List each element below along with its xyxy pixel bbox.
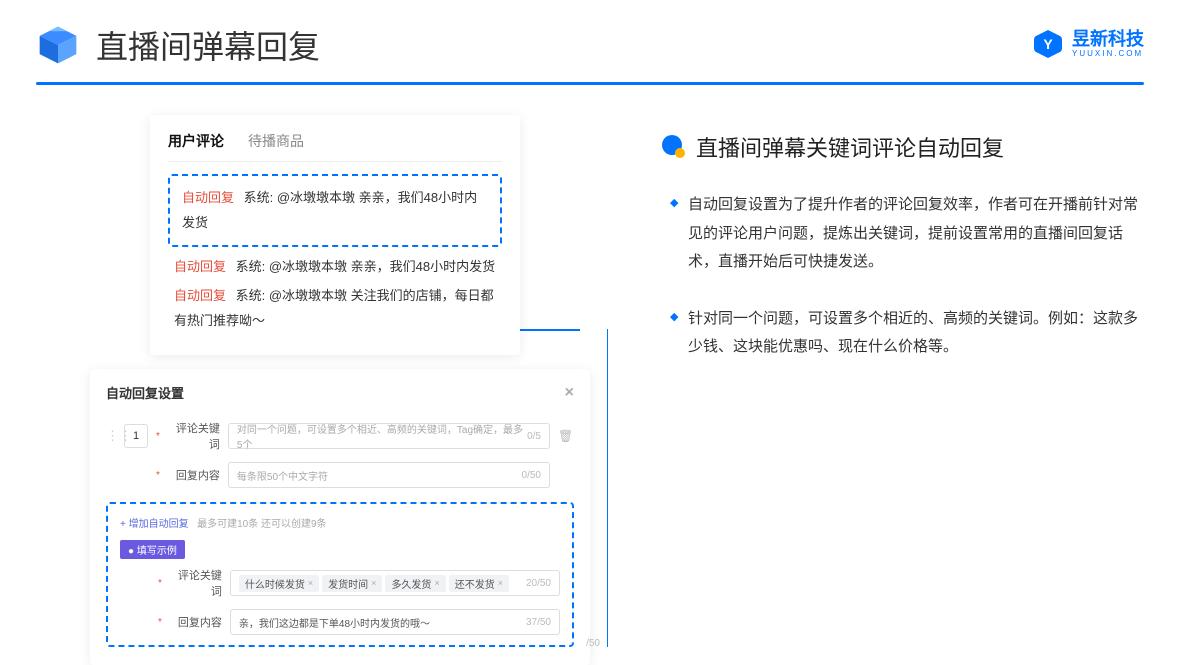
tab-user-comments[interactable]: 用户评论 (168, 131, 224, 151)
add-hint-text: 最多可建10条 还可以创建9条 (197, 519, 326, 530)
auto-reply-settings-panel: 自动回复设置 × ⋮⋮ 1 * 评论关键词 对同一个问题，可设置多个相近、高频的… (90, 369, 590, 665)
chat-bubble-icon (660, 134, 686, 160)
auto-reply-tag: 自动回复 (182, 190, 234, 205)
remove-tag-icon[interactable]: × (498, 578, 503, 588)
auto-reply-tag: 自动回复 (174, 288, 226, 303)
example-callout: + 增加自动回复 最多可建10条 还可以创建9条 ● 填写示例 * 评论关键词 … (106, 502, 574, 647)
example-reply-value: 亲，我们这边都是下单48小时内发货的哦～ (239, 615, 430, 630)
svg-text:Y: Y (1043, 36, 1053, 52)
required-marker: * (158, 578, 162, 589)
brand-name-cn: 昱新科技 (1072, 30, 1144, 50)
required-marker: * (156, 431, 160, 442)
example-keyword-counter: 20/50 (526, 578, 551, 589)
remove-tag-icon[interactable]: × (308, 578, 313, 588)
keyword-counter: 0/5 (527, 431, 541, 442)
keyword-label: 评论关键词 (168, 420, 220, 452)
keyword-tag[interactable]: 发货时间× (322, 575, 382, 592)
add-auto-reply-link[interactable]: + 增加自动回复 (120, 519, 189, 530)
highlighted-message: 自动回复 系统: @冰墩墩本墩 亲亲，我们48小时内发货 (168, 174, 502, 247)
keyword-tag[interactable]: 什么时候发货× (239, 575, 319, 592)
page-title: 直播间弹幕回复 (96, 22, 320, 68)
section-subtitle: 直播间弹幕关键词评论自动回复 (696, 131, 1004, 163)
reply-input[interactable]: 每条限50个中文字符 0/50 (228, 462, 550, 488)
reply-counter: 0/50 (522, 470, 541, 481)
example-keyword-input[interactable]: 什么时候发货×发货时间×多久发货×还不发货× 20/50 (230, 570, 560, 596)
message-text: 系统: @冰墩墩本墩 亲亲，我们48小时内发货 (232, 259, 495, 274)
brand-logo-icon: Y (1032, 28, 1064, 60)
example-badge: ● 填写示例 (120, 540, 185, 559)
auto-reply-tag: 自动回复 (174, 259, 226, 274)
drag-handle-icon[interactable]: ⋮⋮ (106, 428, 116, 444)
delete-icon[interactable]: 🗑 (558, 429, 574, 443)
required-marker: * (158, 617, 162, 628)
brand-logo-block: Y 昱新科技 YUUXIN.COM (1032, 28, 1144, 60)
remove-tag-icon[interactable]: × (434, 578, 439, 588)
outside-counter: /50 (586, 638, 600, 649)
example-keyword-label: 评论关键词 (170, 567, 222, 599)
reply-placeholder: 每条限50个中文字符 (237, 468, 328, 483)
keyword-tag[interactable]: 多久发货× (385, 575, 445, 592)
settings-title: 自动回复设置 (106, 383, 184, 402)
example-reply-counter: 37/50 (526, 617, 551, 628)
bullet-item: 针对同一个问题，可设置多个相近的、高频的关键词。例如：这款多少钱、这块能优惠吗、… (670, 305, 1144, 362)
brand-name-en: YUUXIN.COM (1072, 50, 1144, 59)
bullet-item: 自动回复设置为了提升作者的评论回复效率，作者可在开播前针对常见的评论用户问题，提… (670, 191, 1144, 277)
example-reply-input[interactable]: 亲，我们这边都是下单48小时内发货的哦～ 37/50 (230, 609, 560, 635)
tab-pending-goods[interactable]: 待播商品 (248, 131, 304, 151)
keyword-input[interactable]: 对同一个问题，可设置多个相近、高频的关键词，Tag确定，最多5个 0/5 (228, 423, 550, 449)
remove-tag-icon[interactable]: × (371, 578, 376, 588)
keyword-tag[interactable]: 还不发货× (449, 575, 509, 592)
required-marker: * (156, 470, 160, 481)
keyword-placeholder: 对同一个问题，可设置多个相近、高频的关键词，Tag确定，最多5个 (237, 421, 527, 451)
reply-label: 回复内容 (168, 467, 220, 483)
comments-panel: 用户评论 待播商品 自动回复 系统: @冰墩墩本墩 亲亲，我们48小时内发货 自… (150, 115, 520, 355)
close-icon[interactable]: × (565, 384, 574, 402)
order-input[interactable]: 1 (124, 424, 148, 448)
example-reply-label: 回复内容 (170, 614, 222, 630)
cube-icon (36, 23, 80, 67)
